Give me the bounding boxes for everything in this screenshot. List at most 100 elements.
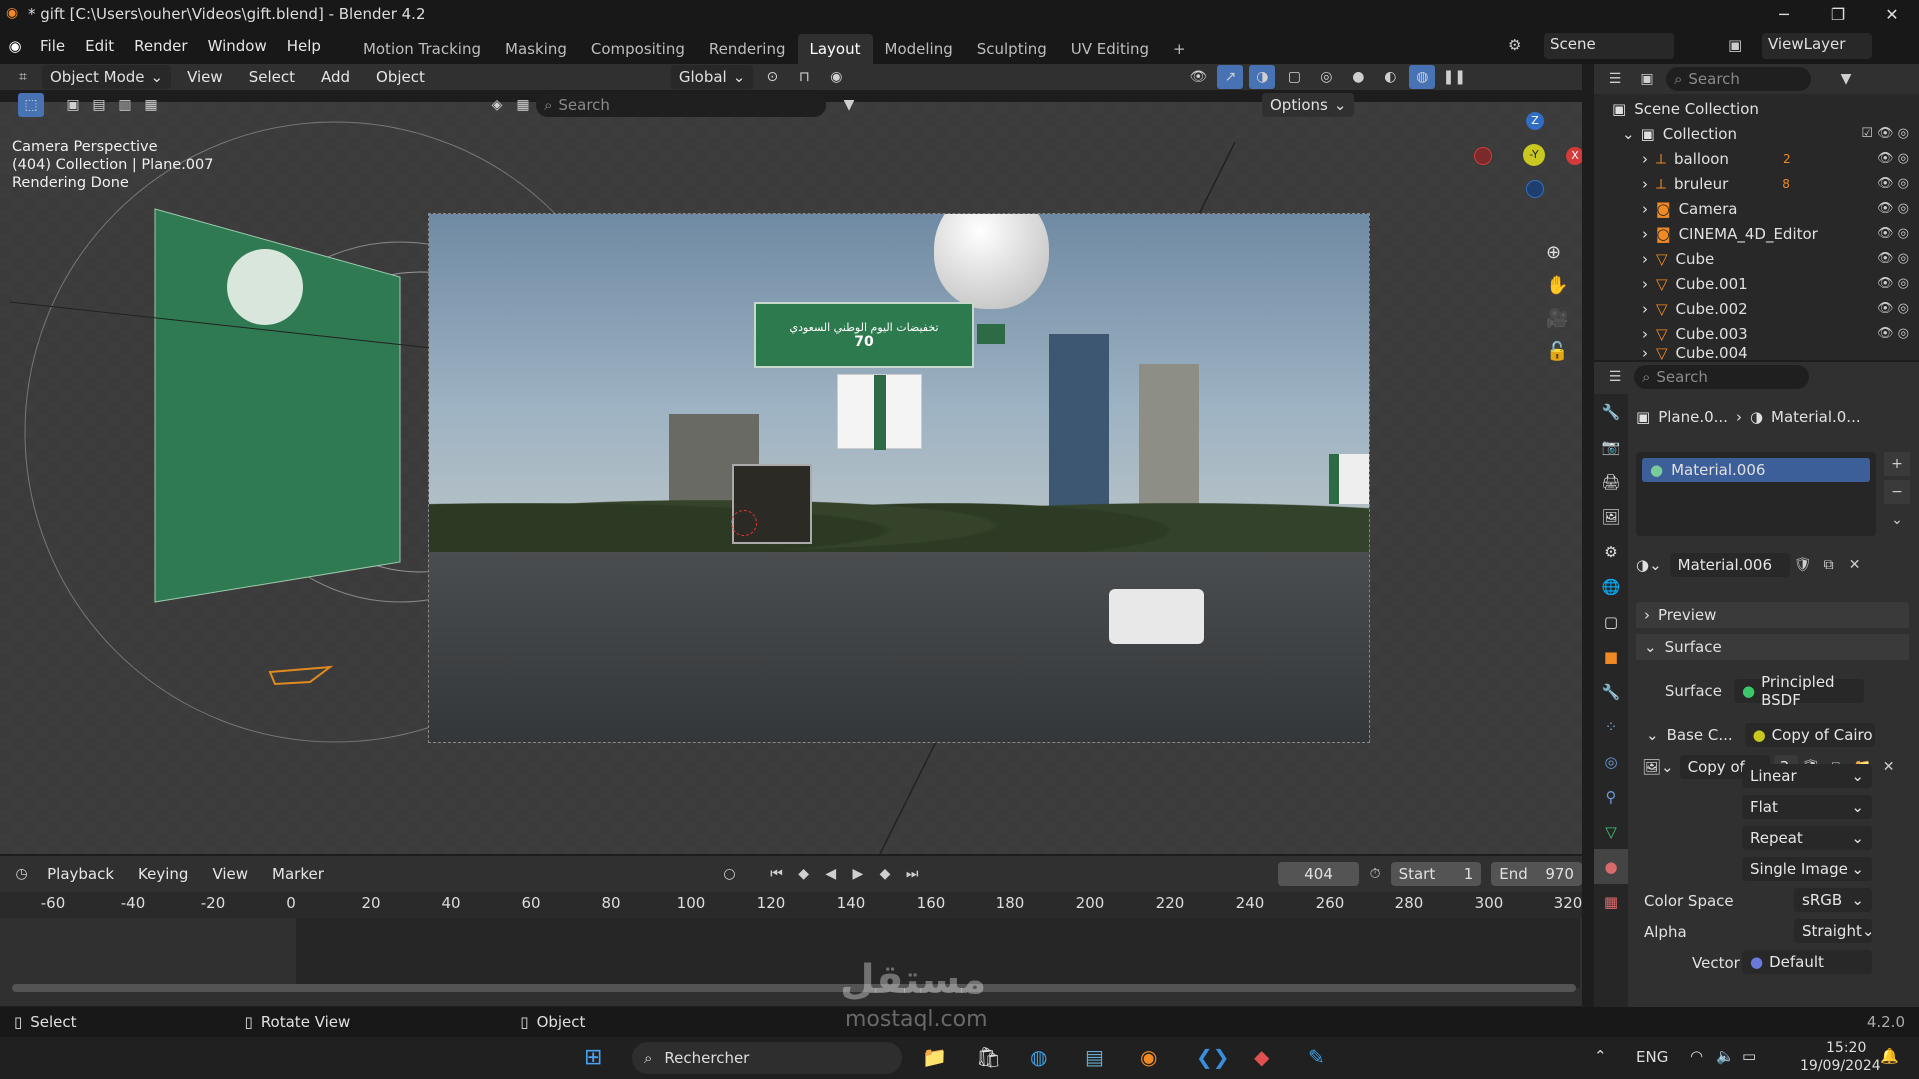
scene-selector[interactable]: Scene xyxy=(1544,33,1674,59)
surface-shader-field[interactable]: ● Principled BSDF xyxy=(1734,673,1864,709)
tab-rendering[interactable]: Rendering xyxy=(697,34,798,64)
xray-icon[interactable]: ▢ xyxy=(1281,65,1307,89)
visibility-toggles[interactable]: 👁 ◎ xyxy=(1877,276,1909,291)
snap-icon[interactable]: ⊓ xyxy=(791,65,817,89)
chevron-right-icon[interactable]: › xyxy=(1642,275,1648,293)
tab-modeling[interactable]: Modeling xyxy=(873,34,965,64)
timeline-scrollbar[interactable] xyxy=(12,984,1576,992)
pivot-icon[interactable]: ⊙ xyxy=(759,65,785,89)
extension-dropdown[interactable]: Repeat ⌄ xyxy=(1742,826,1872,850)
play-reverse-icon[interactable]: ◀ xyxy=(819,862,842,886)
properties-editor-icon[interactable]: ☰ xyxy=(1602,365,1628,389)
color-space-dropdown[interactable]: sRGB ⌄ xyxy=(1794,888,1872,912)
clock-time[interactable]: 15:20 xyxy=(1826,1040,1866,1056)
blender-taskbar-icon[interactable]: ◉ xyxy=(1140,1045,1157,1069)
interpolation-dropdown[interactable]: Linear ⌄ xyxy=(1742,764,1872,788)
battery-icon[interactable]: ▭ xyxy=(1742,1047,1756,1065)
start-frame-field[interactable]: Start 1 xyxy=(1390,862,1482,886)
funnel-icon[interactable]: ▼ xyxy=(836,93,862,117)
properties-search-input[interactable]: ⌕ Search xyxy=(1634,365,1809,389)
source-dropdown[interactable]: Single Image ⌄ xyxy=(1742,857,1872,881)
store-icon[interactable]: 🛍 xyxy=(976,1045,1001,1069)
windows-start-icon[interactable]: ⊞ xyxy=(584,1045,602,1070)
tab-uv-editing[interactable]: UV Editing xyxy=(1059,34,1161,64)
proportional-edit-icon[interactable]: ◉ xyxy=(823,65,849,89)
wifi-icon[interactable]: ◠ xyxy=(1690,1047,1703,1065)
select-subtract-icon[interactable]: ▥ xyxy=(112,93,138,117)
surface-panel-header[interactable]: ⌄ Surface xyxy=(1636,634,1909,660)
solid-shading-icon[interactable]: ● xyxy=(1345,65,1371,89)
visibility-toggles[interactable]: 👁 ◎ xyxy=(1877,176,1909,191)
chevron-right-icon[interactable]: › xyxy=(1642,300,1648,318)
preview-panel-header[interactable]: › Preview xyxy=(1636,602,1909,628)
vscode-icon[interactable]: ❮❯ xyxy=(1196,1045,1230,1069)
chevron-right-icon[interactable]: › xyxy=(1642,225,1648,243)
scene-collection-row[interactable]: ▣ Scene Collection xyxy=(1594,96,1919,121)
scene-icon[interactable]: ⚙ xyxy=(1508,36,1521,54)
file-explorer-icon[interactable]: 📁 xyxy=(922,1045,947,1069)
display-mode-icon[interactable]: ▣ xyxy=(1634,67,1660,91)
visibility-toggles[interactable]: 👁 ◎ xyxy=(1877,301,1909,316)
duplicate-icon[interactable]: ⧉ xyxy=(1816,553,1842,577)
visibility-toggles[interactable]: 👁 ◎ xyxy=(1877,326,1909,341)
filter-icon[interactable]: ▼ xyxy=(1833,67,1859,91)
data-tab-icon[interactable]: ▽ xyxy=(1594,814,1628,849)
select-extend-icon[interactable]: ▤ xyxy=(86,93,112,117)
object-tab-icon[interactable]: ■ xyxy=(1594,639,1628,674)
autokey-icon[interactable]: ○ xyxy=(718,862,741,886)
menu-file[interactable]: File xyxy=(30,28,75,64)
tab-layout[interactable]: Layout xyxy=(797,34,873,64)
select-tool-icon[interactable]: ⬚ xyxy=(18,93,44,117)
timeline-editor-icon[interactable]: ◷ xyxy=(10,862,33,886)
mode-selector[interactable]: Object Mode ⌄ xyxy=(42,65,172,89)
base-color-link-field[interactable]: ●Copy of Cairo ... xyxy=(1744,723,1875,747)
visibility-toggles[interactable]: 👁 ◎ xyxy=(1877,226,1909,241)
outliner-item-cinema4d[interactable]: › ◙ CINEMA_4D_Editor 👁 ◎ xyxy=(1594,221,1919,246)
visibility-toggles[interactable]: 👁 ◎ xyxy=(1877,201,1909,216)
material-slot-item[interactable]: ● Material.006 xyxy=(1642,458,1870,482)
render-tab-icon[interactable]: 📷 xyxy=(1594,429,1628,464)
options-button[interactable]: Options ⌄ xyxy=(1262,93,1355,117)
navigation-gizmo[interactable]: Z -Y X xyxy=(1470,112,1582,202)
outliner-item-balloon[interactable]: › ⟂ balloon 2 👁 ◎ xyxy=(1594,146,1919,171)
chevron-right-icon[interactable]: › xyxy=(1642,175,1648,193)
gizmo-x-axis[interactable]: X xyxy=(1566,147,1582,165)
particles-tab-icon[interactable]: ⁘ xyxy=(1594,709,1628,744)
chevron-right-icon[interactable]: › xyxy=(1642,150,1648,168)
unlink-icon[interactable]: ✕ xyxy=(1876,755,1902,779)
visibility-toggles[interactable]: 👁 ◎ xyxy=(1877,151,1909,166)
world-tab-icon[interactable]: 🌐 xyxy=(1594,569,1628,604)
visibility-toggles[interactable]: 👁 ◎ xyxy=(1877,251,1909,266)
play-icon[interactable]: ▶ xyxy=(846,862,869,886)
editor-type-icon[interactable]: ⌗ xyxy=(10,65,36,89)
view-layer-tab-icon[interactable]: 🖼 xyxy=(1594,499,1628,534)
clock-date[interactable]: 19/09/2024 xyxy=(1800,1058,1881,1074)
add-workspace-button[interactable]: + xyxy=(1161,34,1198,64)
scene-tab-icon[interactable]: ⚙ xyxy=(1594,534,1628,569)
tool-tab-icon[interactable]: 🔧 xyxy=(1594,394,1628,429)
alpha-dropdown[interactable]: Straight ⌄ xyxy=(1794,919,1874,943)
tab-compositing[interactable]: Compositing xyxy=(579,34,697,64)
tab-sculpting[interactable]: Sculpting xyxy=(965,34,1059,64)
chevron-down-icon[interactable]: ⌄ xyxy=(1622,125,1635,143)
material-name-field[interactable]: Material.006 xyxy=(1669,553,1790,577)
tab-masking[interactable]: Masking xyxy=(493,34,579,64)
material-shading-icon[interactable]: ◐ xyxy=(1377,65,1403,89)
gizmo-toggle-icon[interactable]: ↗ xyxy=(1217,65,1244,89)
view-layer-selector[interactable]: ViewLayer xyxy=(1762,33,1872,59)
lock-icon[interactable]: 🔓 xyxy=(1546,341,1568,362)
outliner-item-cube-001[interactable]: › ▽ Cube.001 👁 ◎ xyxy=(1594,271,1919,296)
jump-end-icon[interactable]: ⏭ xyxy=(901,862,924,886)
next-keyframe-icon[interactable]: ◆ xyxy=(873,862,896,886)
material-browse-icon[interactable]: ◑⌄ xyxy=(1636,556,1662,574)
pause-render-icon[interactable]: ❚❚ xyxy=(1441,65,1467,89)
chevron-right-icon[interactable]: › xyxy=(1642,200,1648,218)
add-slot-button[interactable]: + xyxy=(1884,452,1910,476)
overlay-toggle-icon[interactable]: ◑ xyxy=(1249,65,1276,89)
notification-bell-icon[interactable]: 🔔 xyxy=(1880,1047,1899,1065)
current-frame-field[interactable]: 404 xyxy=(1277,862,1360,886)
fake-user-icon[interactable]: 🛡 xyxy=(1790,553,1816,577)
remove-slot-button[interactable]: − xyxy=(1884,480,1910,504)
timeline-menu-marker[interactable]: Marker xyxy=(262,856,334,892)
collection-row[interactable]: ⌄ ▣ Collection ☑ 👁 ◎ xyxy=(1594,121,1919,146)
